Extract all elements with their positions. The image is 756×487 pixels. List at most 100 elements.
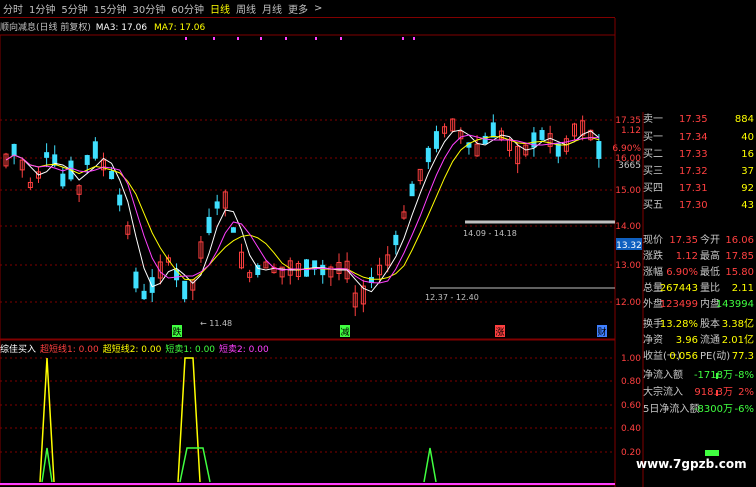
flow-value: -1718万 <box>693 370 733 381</box>
indicator-spike-green <box>41 447 53 483</box>
stat-value: 2.11 <box>731 283 754 294</box>
stat-value: 267443 <box>659 283 698 294</box>
buy-row: 买五 17.30 43 <box>643 198 756 214</box>
indicator-axis-label: 1.00 <box>621 354 641 364</box>
candle-body <box>133 271 139 289</box>
event-marker-label: 减 <box>340 326 349 338</box>
stat-value: 6.90% <box>666 267 698 278</box>
main-chart-frame <box>0 34 616 340</box>
indicator-legend: 综佳买入 超短线1: 0.00 超短线2: 0.00 短卖1: 0.00 短卖2: 0.… <box>0 342 273 356</box>
price-axis-label: 15.00 <box>615 186 641 196</box>
indicator-legend-item: 短卖1: 0.00 <box>165 345 216 355</box>
signal-marker <box>185 37 187 40</box>
candle-body <box>60 173 66 187</box>
period-tab-2[interactable]: 5分钟 <box>58 1 90 16</box>
indicator-spike-green <box>179 447 211 483</box>
watermark: www.7gpzb.com <box>636 457 747 471</box>
stat-label: 涨跌 <box>643 251 663 262</box>
stat-value: 143994 <box>715 299 754 310</box>
candle-body <box>230 227 236 233</box>
period-tab-9[interactable]: 更多 <box>285 1 311 16</box>
buy-row: 买四 17.31 92 <box>643 181 756 197</box>
candle-body <box>433 131 439 149</box>
event-marker-label: 涨 <box>495 327 504 338</box>
current-price-label: 13.32 <box>616 241 642 251</box>
signal-marker <box>260 37 262 40</box>
range-label-upper: 14.09 - 14.18 <box>463 229 517 238</box>
flow-label: 大宗流入 <box>643 387 683 398</box>
candle-body <box>182 280 188 300</box>
period-tab-3[interactable]: 15分钟 <box>91 1 130 16</box>
period-tab-1[interactable]: 1分钟 <box>26 1 58 16</box>
stat-label: 净资 <box>643 335 663 346</box>
low-price-label: ← 11.48 <box>200 319 232 328</box>
event-marker-label: 跌 <box>172 327 181 338</box>
order-volume: 92 <box>741 183 754 194</box>
period-toolbar: 分时 1分钟 5分钟 15分钟 30分钟 60分钟 日线 周线 月线 更多 > <box>0 0 756 17</box>
stat-row: 外盘 123499 内盘 143994 <box>643 297 756 313</box>
kline-info-bar: 顺向减息(日线 前复权) MA3: 17.06 MA7: 17.06 <box>0 20 600 34</box>
buy-row: 买二 17.33 16 <box>643 147 756 163</box>
stat-value: 13.28% <box>659 319 698 330</box>
stat-row: 净资 3.96 流通 2.01亿 <box>643 333 756 349</box>
sell-row: 卖一 17.35 884 <box>643 112 756 128</box>
period-tab-4[interactable]: 30分钟 <box>129 1 168 16</box>
order-price: 17.30 <box>679 200 708 211</box>
period-tab-6[interactable]: 日线 <box>207 1 233 16</box>
change-axis-label: 1.12 <box>621 126 641 136</box>
candle-body <box>206 216 212 234</box>
signal-marker <box>413 37 415 40</box>
indicator-legend-item: 综佳买入 <box>0 345 37 355</box>
order-price: 17.34 <box>679 132 708 143</box>
candle-body <box>44 152 50 158</box>
signal-marker <box>402 37 404 40</box>
candle-body <box>320 264 326 276</box>
stat-value: 0.056 <box>669 351 698 362</box>
flow-row: 净流入额 -1718万 -8% <box>643 368 756 384</box>
flow-percent: -8% <box>734 370 754 381</box>
order-label: 买三 <box>643 166 663 177</box>
flow-value: 918.3万 <box>694 387 733 398</box>
indicator-spike-green <box>423 447 437 483</box>
indicator-legend-item: 超短线2: 0.00 <box>102 345 162 355</box>
period-tab-0[interactable]: 分时 <box>0 1 26 16</box>
stat-row: 总量 267443 量比 2.11 <box>643 281 756 297</box>
quote-panel: 卖一 17.35 884 买一 17.34 40 买二 17.33 16 买三 17.32 37 买四 1… <box>643 112 756 487</box>
buy-row: 买一 17.34 40 <box>643 130 756 146</box>
period-tab-8[interactable]: 月线 <box>259 1 285 16</box>
stat-value: 15.80 <box>725 267 754 278</box>
kline-title: 顺向减息(日线 前复权) <box>0 23 91 33</box>
indicator-legend-item: 短卖2: 0.00 <box>219 345 269 355</box>
candle-body <box>214 201 220 209</box>
period-tab-7[interactable]: 周线 <box>233 1 259 16</box>
stat-row: 收益(一) 0.056 PE(动) 77.3 <box>643 349 756 365</box>
candle-body <box>490 122 496 138</box>
stat-label: 量比 <box>700 283 720 294</box>
stat-value: 17.85 <box>725 251 754 262</box>
stat-value: 17.35 <box>669 235 698 246</box>
price-axis-label: 12.00 <box>615 298 641 308</box>
signal-marker <box>213 37 215 40</box>
candle-body <box>368 276 374 284</box>
ma3-value: MA3: 17.06 <box>95 23 148 33</box>
stat-label: 最高 <box>700 251 720 262</box>
stat-row: 现价 17.35 今开 16.06 <box>643 233 756 249</box>
order-volume: 16 <box>741 149 754 160</box>
order-volume: 40 <box>741 132 754 143</box>
order-volume: 884 <box>734 114 754 125</box>
order-label: 买一 <box>643 132 663 143</box>
flow-label: 净流入额 <box>643 370 683 381</box>
period-tab-5[interactable]: 60分钟 <box>168 1 207 16</box>
candle-body <box>117 194 123 206</box>
stat-value: 2.01亿 <box>721 335 754 346</box>
stat-value: 77.3 <box>731 351 754 362</box>
order-price: 17.35 <box>679 114 708 125</box>
price-axis-label: 14.00 <box>615 222 641 232</box>
signal-marker <box>285 37 287 40</box>
range-label-lower: 12.37 - 12.40 <box>425 293 479 302</box>
candle-body <box>84 155 90 165</box>
indicator-spike-yellow <box>177 357 201 483</box>
candle-body <box>393 234 399 246</box>
more-arrow-icon[interactable]: > <box>311 3 325 14</box>
flow-row: 5日净流入额 -8300万 -6% <box>643 402 756 418</box>
